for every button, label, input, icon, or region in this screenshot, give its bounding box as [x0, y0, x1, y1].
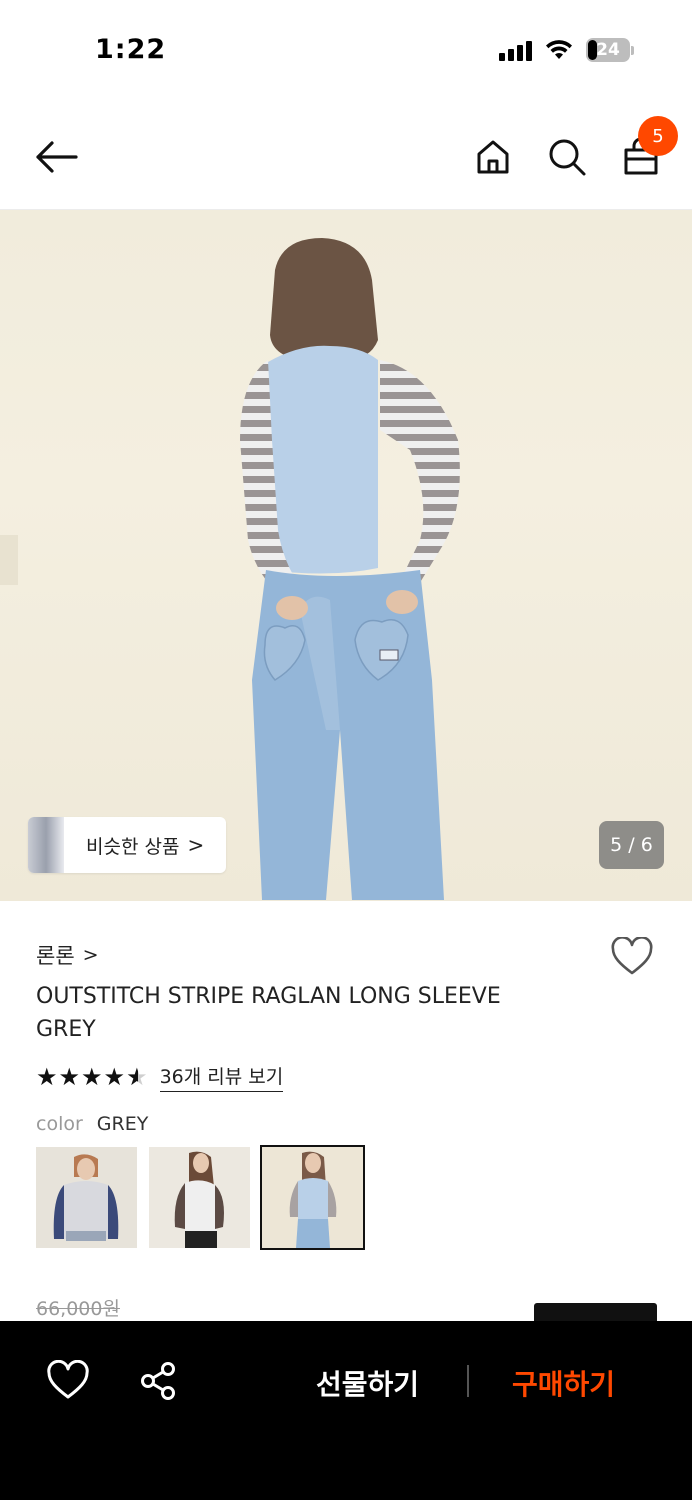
status-icons: 24 [499, 38, 634, 62]
share-button[interactable] [136, 1359, 180, 1403]
color-row: color GREY [36, 1113, 148, 1135]
brand-name: 론론 [36, 944, 75, 968]
back-arrow-icon [36, 141, 78, 173]
similar-products-label: 비슷한 상품 [86, 835, 180, 858]
cart-count-badge: 5 [638, 116, 678, 156]
home-button[interactable] [470, 134, 516, 180]
tooltip-peek [534, 1303, 657, 1323]
similar-products-button[interactable]: 비슷한 상품 > [28, 817, 226, 873]
cellular-signal-icon [499, 39, 532, 61]
star-half-icon: ★ [126, 1063, 148, 1091]
star-full-icon: ★ [81, 1063, 103, 1091]
back-button[interactable] [30, 135, 82, 179]
status-time: 1:22 [95, 34, 167, 65]
chevron-right-icon: > [187, 833, 205, 857]
share-icon [141, 1362, 175, 1400]
color-option-photo [149, 1147, 250, 1248]
color-label: color [36, 1113, 83, 1135]
status-bar: 1:22 24 [0, 0, 692, 100]
color-option-photo [36, 1147, 137, 1248]
star-full-icon: ★ [103, 1063, 126, 1091]
color-option-thumbnail[interactable] [36, 1147, 137, 1248]
chevron-right-icon: > [82, 944, 99, 966]
color-option-thumbnail[interactable] [149, 1147, 250, 1248]
search-icon [549, 139, 586, 176]
divider [467, 1365, 469, 1397]
product-image-carousel[interactable]: 비슷한 상품 > 5 / 6 [0, 210, 692, 901]
wifi-icon [546, 40, 572, 59]
battery-icon: 24 [586, 38, 634, 62]
heart-icon [47, 1359, 89, 1399]
image-page-indicator: 5 / 6 [599, 821, 664, 869]
battery-percent: 24 [596, 40, 620, 60]
rating-row: ★ ★ ★ ★ ★ 36개 리뷰 보기 [36, 1062, 284, 1092]
star-full-icon: ★ [36, 1063, 58, 1091]
wishlist-button[interactable] [610, 936, 654, 977]
product-photo [0, 238, 460, 900]
heart-outline-icon [611, 936, 653, 975]
app-header: 5 [0, 100, 692, 210]
product-title: OUTSTITCH STRIPE RAGLAN LONG SLEEVE GREY [36, 984, 501, 1042]
review-link[interactable]: 36개 리뷰 보기 [159, 1062, 284, 1092]
search-button[interactable] [544, 134, 590, 180]
brand-link[interactable]: 론론 > [36, 940, 99, 970]
color-option-photo [262, 1147, 363, 1248]
gift-button[interactable]: 선물하기 [316, 1363, 419, 1403]
similar-product-thumbnail [28, 817, 64, 873]
color-options [36, 1145, 365, 1250]
color-value: GREY [96, 1113, 149, 1135]
star-rating: ★ ★ ★ ★ ★ [36, 1063, 148, 1091]
original-price: 66,000원 [36, 1298, 120, 1320]
home-icon [477, 140, 509, 174]
color-option-thumbnail-selected[interactable] [260, 1145, 365, 1250]
buy-button[interactable]: 구매하기 [512, 1363, 615, 1403]
bottom-action-bar: 선물하기 구매하기 [0, 1321, 692, 1500]
star-full-icon: ★ [58, 1063, 81, 1091]
like-button[interactable] [45, 1359, 91, 1402]
